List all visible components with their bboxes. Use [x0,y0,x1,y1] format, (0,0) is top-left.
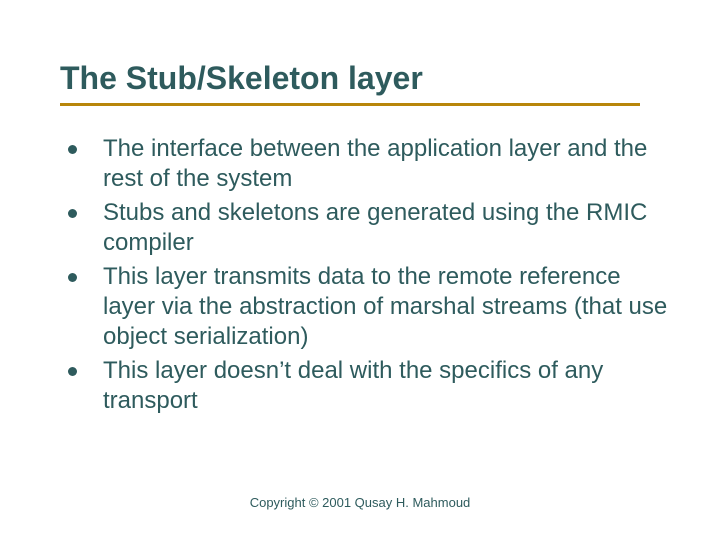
bullet-text: This layer doesn’t deal with the specifi… [103,356,670,416]
list-item: This layer transmits data to the remote … [68,262,670,352]
bullet-icon [68,273,77,282]
bullet-icon [68,367,77,376]
title-underline [60,103,640,106]
bullet-text: The interface between the application la… [103,134,670,194]
footer-copyright: Copyright © 2001 Qusay H. Mahmoud [0,495,720,510]
list-item: The interface between the application la… [68,134,670,194]
bullet-list: The interface between the application la… [60,134,670,416]
bullet-text: Stubs and skeletons are generated using … [103,198,670,258]
slide-title: The Stub/Skeleton layer [60,60,670,97]
list-item: This layer doesn’t deal with the specifi… [68,356,670,416]
slide: The Stub/Skeleton layer The interface be… [0,0,720,540]
list-item: Stubs and skeletons are generated using … [68,198,670,258]
bullet-icon [68,209,77,218]
bullet-icon [68,145,77,154]
bullet-text: This layer transmits data to the remote … [103,262,670,352]
